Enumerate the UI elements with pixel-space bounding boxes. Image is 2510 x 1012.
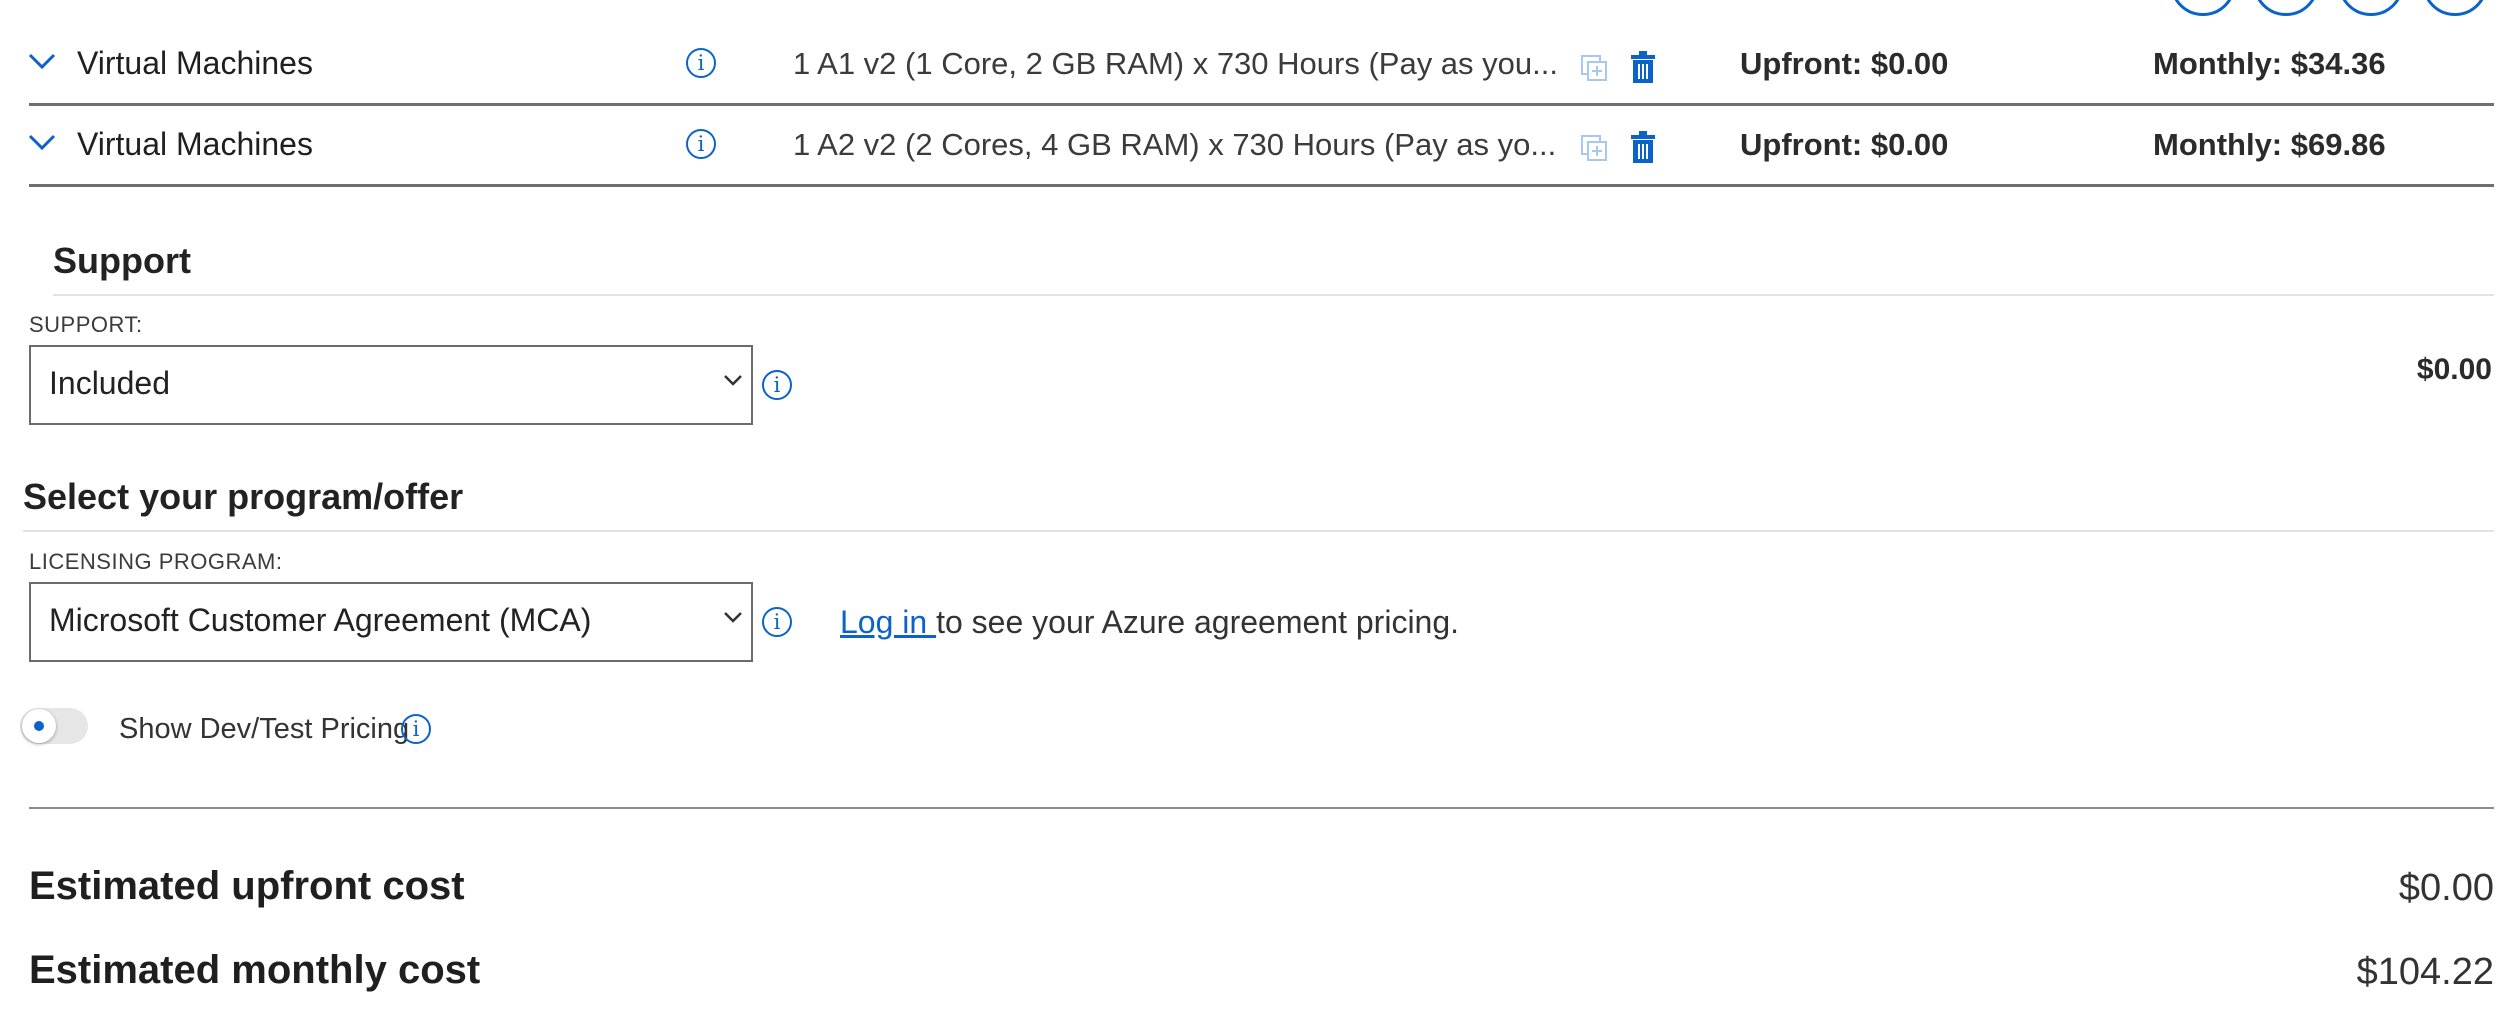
support-section-title: Support bbox=[53, 240, 191, 281]
upfront-cost: Upfront: $0.00 bbox=[1740, 127, 1949, 162]
section-divider bbox=[23, 530, 2494, 532]
service-description: 1 A2 v2 (2 Cores, 4 GB RAM) x 730 Hours … bbox=[793, 127, 1557, 162]
licensing-program-label: LICENSING PROGRAM: bbox=[29, 549, 283, 574]
service-name[interactable]: Virtual Machines bbox=[77, 45, 313, 82]
info-icon[interactable]: i bbox=[401, 714, 431, 744]
estimated-upfront-label: Estimated upfront cost bbox=[29, 864, 465, 908]
monthly-cost: Monthly: $69.86 bbox=[2153, 127, 2386, 162]
support-select[interactable]: Included bbox=[29, 345, 753, 425]
chevron-down-icon[interactable] bbox=[28, 133, 56, 151]
chevron-down-icon bbox=[724, 375, 742, 386]
licensing-program-select[interactable]: Microsoft Customer Agreement (MCA) bbox=[29, 582, 753, 662]
devtest-label: Show Dev/Test Pricing bbox=[119, 713, 410, 745]
chevron-down-icon bbox=[724, 612, 742, 623]
info-icon[interactable]: i bbox=[762, 370, 792, 400]
toolbar-action-1-icon[interactable] bbox=[2170, 0, 2236, 16]
trash-icon[interactable] bbox=[1630, 131, 1656, 163]
licensing-program-value: Microsoft Customer Agreement (MCA) bbox=[49, 602, 592, 638]
login-prompt: Log in to see your Azure agreement prici… bbox=[840, 604, 1459, 641]
support-label: SUPPORT: bbox=[29, 312, 143, 337]
service-description: 1 A1 v2 (1 Core, 2 GB RAM) x 730 Hours (… bbox=[793, 46, 1558, 81]
upfront-cost: Upfront: $0.00 bbox=[1740, 46, 1949, 81]
devtest-toggle[interactable] bbox=[20, 708, 88, 744]
support-price: $0.00 bbox=[2416, 353, 2492, 386]
service-name[interactable]: Virtual Machines bbox=[77, 126, 313, 163]
trash-icon[interactable] bbox=[1630, 51, 1656, 83]
monthly-cost: Monthly: $34.36 bbox=[2153, 46, 2386, 81]
login-prompt-text: to see your Azure agreement pricing. bbox=[936, 604, 1460, 640]
info-icon[interactable]: i bbox=[762, 607, 792, 637]
info-icon[interactable]: i bbox=[686, 48, 716, 78]
clone-icon[interactable] bbox=[1580, 54, 1608, 82]
estimated-upfront-value: $0.00 bbox=[2398, 867, 2494, 909]
chevron-down-icon[interactable] bbox=[28, 52, 56, 70]
toolbar-action-2-icon[interactable] bbox=[2253, 0, 2319, 16]
totals-divider bbox=[29, 807, 2494, 809]
program-section-title: Select your program/offer bbox=[23, 476, 464, 517]
section-divider bbox=[53, 294, 2494, 296]
login-link[interactable]: Log in bbox=[840, 604, 936, 640]
toolbar-action-4-icon[interactable] bbox=[2422, 0, 2488, 16]
estimated-monthly-label: Estimated monthly cost bbox=[29, 948, 481, 992]
row-divider bbox=[29, 103, 2494, 106]
clone-icon[interactable] bbox=[1580, 134, 1608, 162]
info-icon[interactable]: i bbox=[686, 129, 716, 159]
estimated-monthly-value: $104.22 bbox=[2356, 951, 2494, 993]
support-select-value: Included bbox=[49, 365, 170, 401]
toolbar-action-3-icon[interactable] bbox=[2338, 0, 2404, 16]
row-divider bbox=[29, 184, 2494, 187]
